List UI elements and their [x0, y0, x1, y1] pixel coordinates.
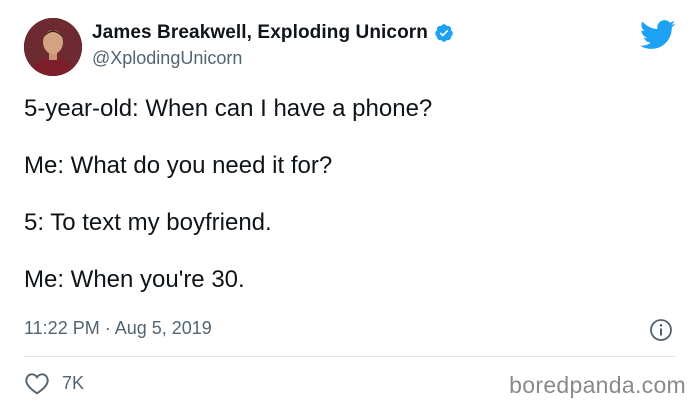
avatar[interactable]: [24, 18, 82, 76]
tweet-line: Me: When you're 30.: [24, 266, 245, 293]
verified-badge-icon: [435, 24, 453, 42]
divider: [24, 356, 676, 357]
like-action[interactable]: 7K: [24, 371, 84, 395]
tweet-timestamp[interactable]: 11:22 PM · Aug 5, 2019: [24, 318, 212, 339]
avatar-image: [24, 18, 82, 76]
watermark: boredpanda.com: [509, 372, 686, 398]
author-block: James Breakwell, Exploding Unicorn @Xplo…: [92, 22, 454, 69]
heart-icon[interactable]: [24, 371, 50, 395]
tweet-line: 5-year-old: When can I have a phone?: [24, 95, 433, 122]
author-handle[interactable]: @XplodingUnicorn: [92, 48, 454, 69]
tweet-body: 5-year-old: When can I have a phone? Me:…: [24, 94, 674, 322]
tweet-line: Me: What do you need it for?: [24, 152, 333, 179]
tweet-card: James Breakwell, Exploding Unicorn @Xplo…: [0, 0, 700, 410]
info-icon[interactable]: [649, 318, 673, 342]
author-name-row: James Breakwell, Exploding Unicorn: [92, 22, 454, 44]
author-name[interactable]: James Breakwell, Exploding Unicorn: [92, 22, 428, 44]
tweet-line: 5: To text my boyfriend.: [24, 209, 272, 236]
like-count: 7K: [62, 372, 85, 393]
twitter-bird-icon[interactable]: [640, 20, 676, 50]
